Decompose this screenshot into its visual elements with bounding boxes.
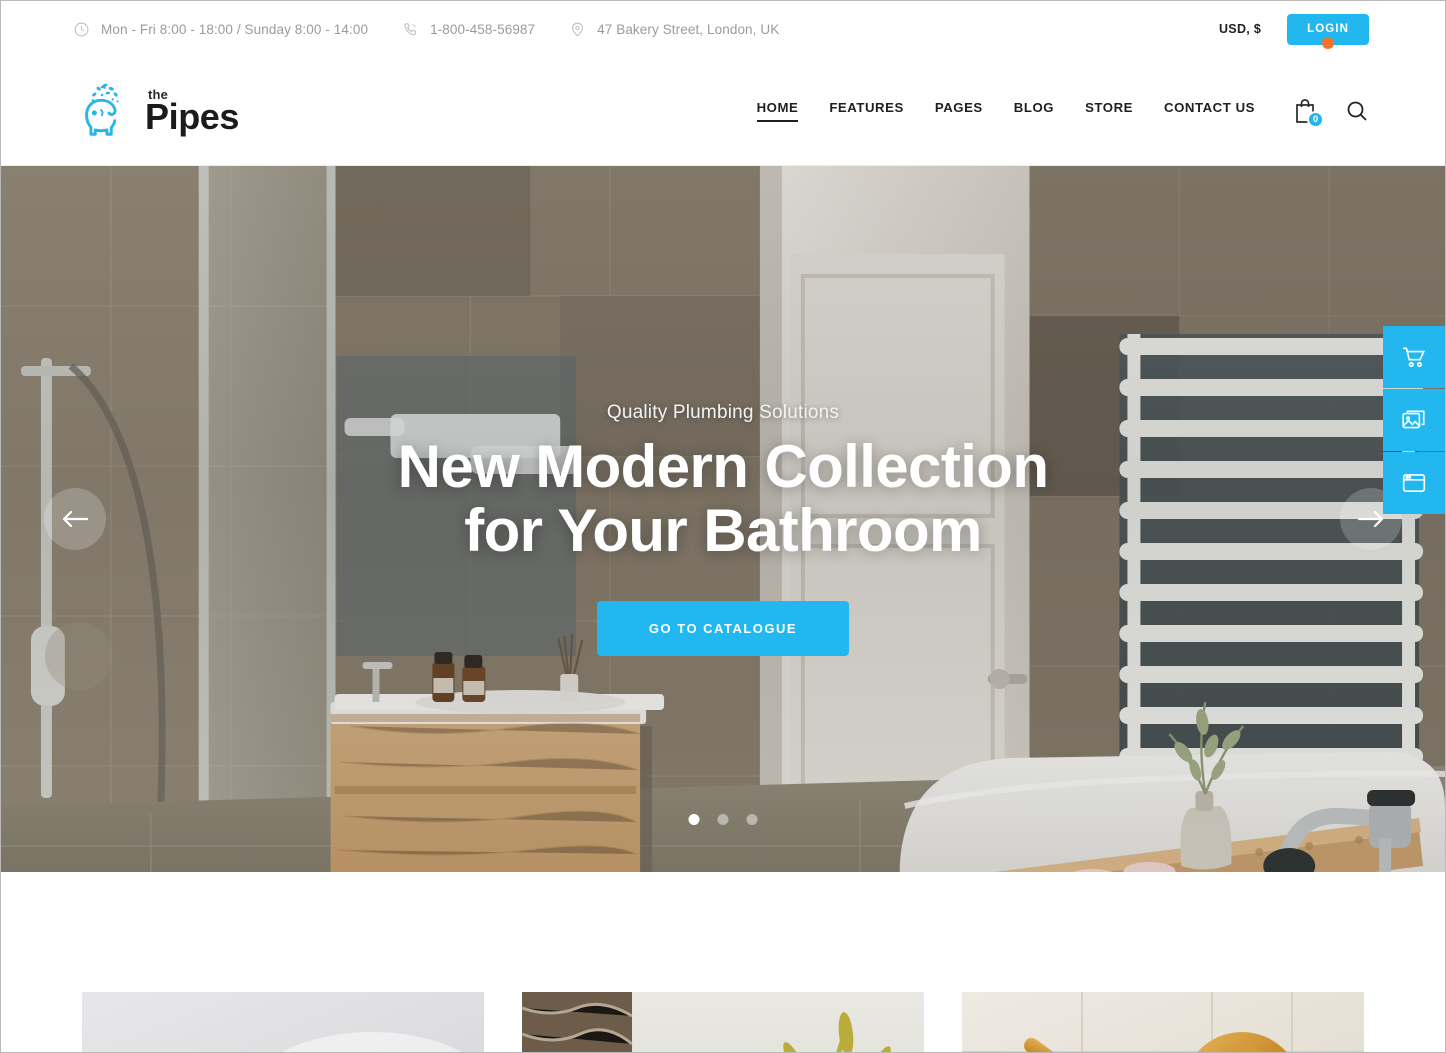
hero-dot-1[interactable]: [688, 814, 700, 825]
search-icon[interactable]: [1345, 99, 1369, 123]
nav-item-contact-us[interactable]: CONTACT US: [1164, 100, 1255, 122]
topbar-hours-label: Mon - Fri 8:00 - 18:00 / Sunday 8:00 - 1…: [101, 21, 369, 37]
login-button-label: LOGIN: [1307, 22, 1349, 35]
hero-dot-2[interactable]: [717, 814, 729, 825]
product-card-1[interactable]: [82, 992, 484, 1052]
product-card-1-image: [82, 992, 484, 1052]
hero-title: New Modern Collection for Your Bathroom: [397, 433, 1049, 565]
side-cart-button[interactable]: [1383, 326, 1445, 388]
nav-item-pages[interactable]: PAGES: [935, 100, 983, 122]
cart-button[interactable]: 0: [1293, 98, 1324, 128]
nav-item-blog[interactable]: BLOG: [1014, 100, 1054, 122]
phone-icon: [404, 22, 417, 35]
login-button[interactable]: LOGIN: [1287, 13, 1369, 49]
cart-count-badge: 0: [1307, 111, 1324, 128]
site-header: the Pipes HOME FEATURES PAGES BLOG STORE…: [1, 57, 1445, 166]
topbar-phone-label: 1-800-458-56987: [430, 21, 536, 37]
product-card-2-image: [522, 992, 924, 1052]
header-tools: 0: [1293, 98, 1369, 128]
shopping-cart-icon: [1403, 347, 1426, 368]
topbar-phone[interactable]: 1-800-458-56987: [402, 21, 535, 38]
topbar-info-group: Mon - Fri 8:00 - 18:00 / Sunday 8:00 - 1…: [73, 21, 779, 38]
image-gallery-icon: [1402, 410, 1425, 429]
nav-item-home[interactable]: HOME: [756, 100, 799, 122]
side-gallery-button[interactable]: [1383, 389, 1445, 451]
mouse-cursor-indicator: [1322, 36, 1335, 49]
browser-window-icon: [1402, 474, 1426, 492]
hero-title-line-2: for Your Bathroom: [464, 497, 982, 565]
hero-prev-button[interactable]: [44, 488, 106, 550]
hero-subtitle: Quality Plumbing Solutions: [606, 402, 840, 423]
hero-content: Quality Plumbing Solutions New Modern Co…: [1, 166, 1445, 872]
product-cards-row: [1, 992, 1445, 1052]
go-to-catalogue-button[interactable]: GO TO CATALOGUE: [596, 601, 850, 657]
hero-slider: Quality Plumbing Solutions New Modern Co…: [1, 166, 1445, 872]
location-pin-icon: [572, 22, 584, 37]
nav-item-store[interactable]: STORE: [1085, 100, 1133, 122]
hero-pagination-dots: [688, 814, 758, 825]
topbar-address: 47 Bakery Street, London, UK: [569, 21, 779, 38]
product-card-3-image: [962, 992, 1364, 1052]
topbar: Mon - Fri 8:00 - 18:00 / Sunday 8:00 - 1…: [1, 1, 1445, 57]
side-window-button[interactable]: [1383, 452, 1445, 514]
nav-item-features[interactable]: FEATURES: [829, 100, 904, 122]
main-navigation: HOME FEATURES PAGES BLOG STORE CONTACT U…: [756, 100, 1255, 122]
product-card-3[interactable]: [962, 992, 1364, 1052]
below-hero-section: [1, 872, 1445, 1052]
hero-dot-3[interactable]: [746, 814, 758, 825]
arrow-left-icon: [62, 510, 88, 528]
logo-name-text: Pipes: [145, 95, 240, 137]
currency-selector[interactable]: USD, $: [1219, 22, 1261, 36]
site-logo[interactable]: the Pipes: [73, 80, 239, 142]
topbar-address-label: 47 Bakery Street, London, UK: [597, 21, 780, 37]
arrow-right-icon: [1358, 510, 1384, 528]
side-action-buttons: [1383, 326, 1445, 514]
clock-icon: [74, 22, 89, 36]
elephant-logo-icon: [85, 83, 119, 136]
logo-wordmark: the Pipes: [145, 88, 239, 135]
hero-title-line-1: New Modern Collection: [397, 433, 1049, 500]
topbar-hours: Mon - Fri 8:00 - 18:00 / Sunday 8:00 - 1…: [73, 21, 368, 38]
product-card-2[interactable]: [522, 992, 924, 1052]
page-root: Mon - Fri 8:00 - 18:00 / Sunday 8:00 - 1…: [0, 0, 1446, 1053]
topbar-actions: USD, $ LOGIN: [1219, 13, 1369, 49]
